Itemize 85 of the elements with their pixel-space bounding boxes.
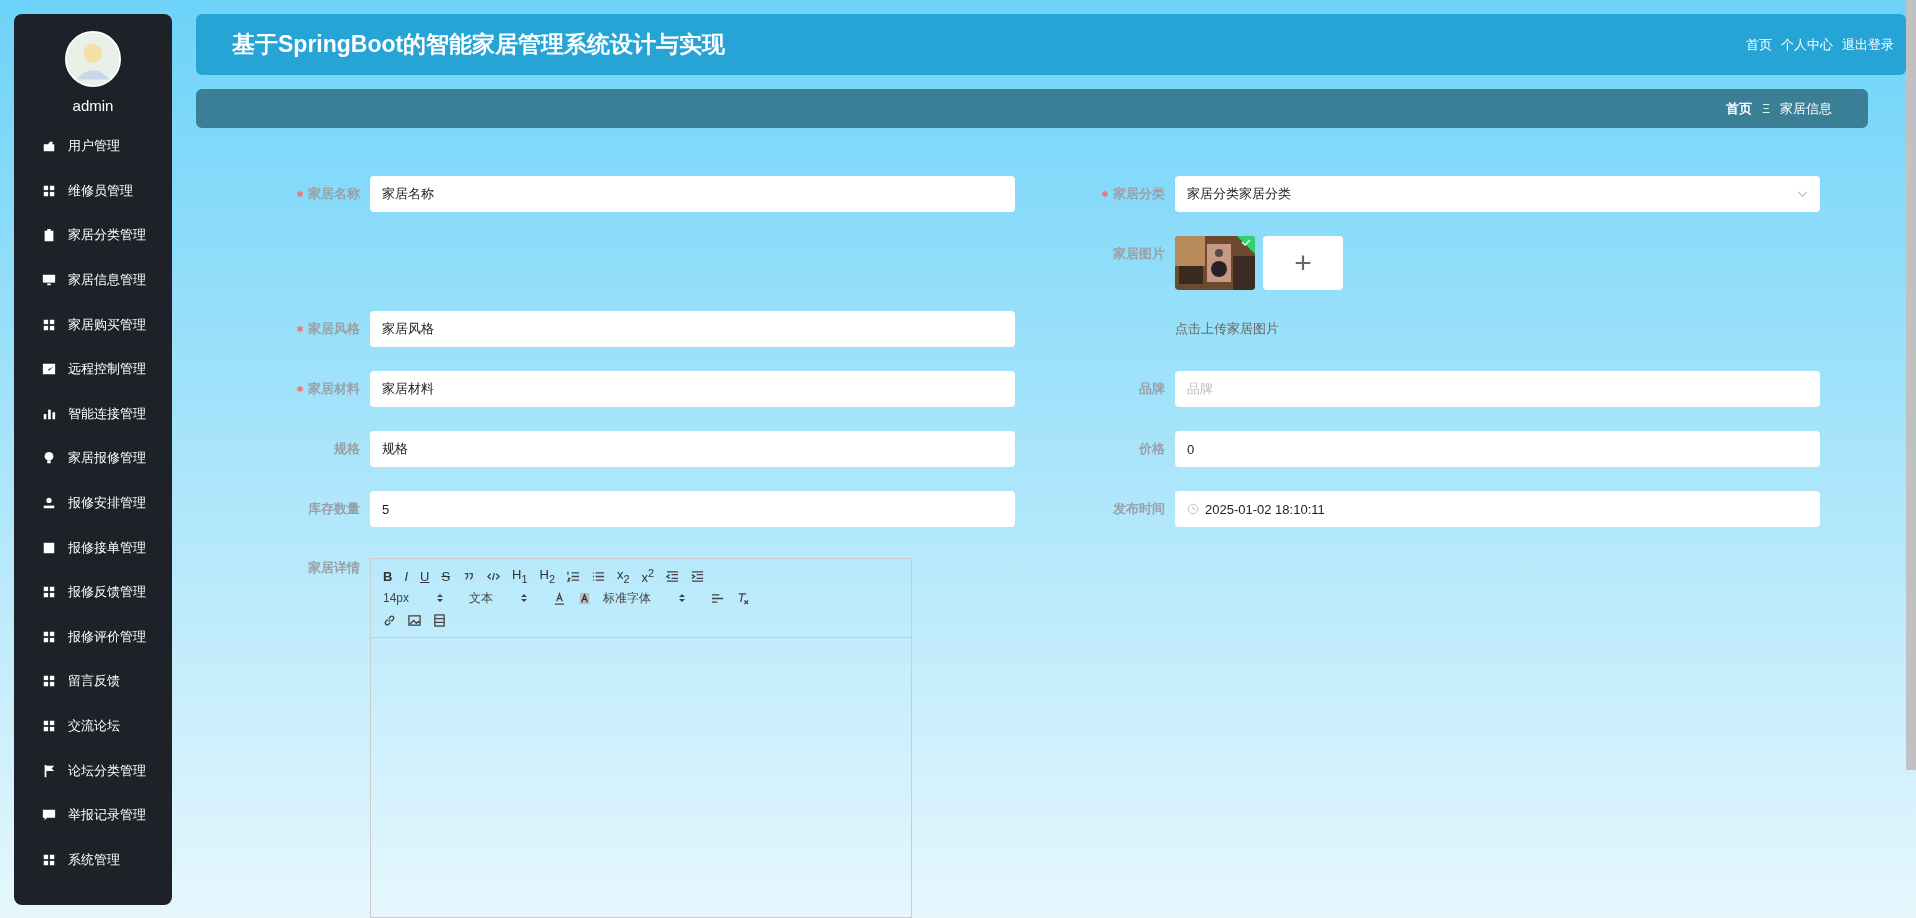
underline-button[interactable]: U bbox=[420, 568, 430, 584]
input-field[interactable]: 规格 bbox=[370, 431, 1015, 467]
field-label: 家居分类 bbox=[1113, 185, 1165, 203]
menu-item[interactable]: 留言反馈 bbox=[14, 659, 172, 704]
user-name: admin bbox=[72, 97, 114, 114]
grid-icon bbox=[42, 629, 56, 644]
clock-icon bbox=[1187, 503, 1199, 515]
strikethrough-button[interactable]: S bbox=[441, 568, 451, 584]
page-title: 基于SpringBoot的智能家居管理系统设计与实现 bbox=[232, 30, 726, 59]
field-label: 家居详情 bbox=[307, 559, 361, 577]
chevron-down-icon bbox=[1797, 190, 1808, 198]
breadcrumb-link[interactable]: 家居信息 bbox=[1780, 99, 1832, 118]
field-label: 库存数量 bbox=[308, 500, 360, 518]
grid-icon bbox=[42, 852, 56, 867]
menu-item[interactable]: 家居购买管理 bbox=[14, 302, 172, 347]
breadcrumb-link[interactable]: 首页 bbox=[1726, 99, 1753, 118]
sort-arrows-icon bbox=[521, 593, 528, 603]
field-label: 家居图片 bbox=[1113, 245, 1165, 263]
grid-icon bbox=[42, 674, 56, 689]
bold-button[interactable]: B bbox=[383, 568, 393, 584]
grid-icon bbox=[42, 585, 56, 600]
upload-hint: 点击上传家居图片 bbox=[1175, 320, 1280, 338]
bullet-list-icon[interactable] bbox=[591, 569, 605, 583]
menu-item[interactable]: 家居报修管理 bbox=[14, 436, 172, 481]
menu-item[interactable]: 举报记录管理 bbox=[14, 792, 172, 838]
field-label: 品牌 bbox=[1139, 380, 1165, 398]
menu-item[interactable]: 系统管理 bbox=[14, 837, 172, 883]
person-icon bbox=[42, 496, 56, 511]
format-select[interactable]: 14px bbox=[383, 591, 458, 605]
input-field[interactable]: 0 bbox=[1175, 431, 1820, 467]
date-field[interactable]: 2025-01-02 18:10:11 bbox=[1175, 491, 1820, 527]
grid-icon bbox=[42, 719, 56, 733]
menu-item[interactable]: 用户管理 bbox=[14, 124, 172, 169]
format-button[interactable]: x$_{2}$ bbox=[616, 567, 630, 585]
menu-item[interactable]: 报修接单管理 bbox=[14, 525, 172, 570]
italic-button[interactable]: I bbox=[404, 568, 408, 584]
sort-arrows-icon bbox=[437, 593, 444, 603]
avatar bbox=[65, 31, 121, 87]
field-label: 发布时间 bbox=[1113, 500, 1165, 518]
flag-icon bbox=[42, 763, 56, 778]
field-label: 家居名称 bbox=[308, 185, 360, 203]
menu-item[interactable]: 智能连接管理 bbox=[14, 391, 172, 437]
indent-icon[interactable] bbox=[691, 569, 704, 583]
monitor-icon bbox=[42, 273, 56, 288]
field-label: 家居风格 bbox=[308, 320, 360, 338]
menu-item[interactable]: 报修安排管理 bbox=[14, 480, 172, 526]
text-color-icon[interactable] bbox=[553, 591, 567, 605]
menu-item[interactable]: 家居分类管理 bbox=[14, 213, 172, 258]
ordered-list-icon[interactable] bbox=[566, 569, 580, 583]
field-label: 规格 bbox=[334, 440, 360, 458]
lightbulb-icon bbox=[42, 451, 56, 466]
line-chart-icon bbox=[42, 362, 56, 377]
input-field[interactable]: 5 bbox=[370, 491, 1015, 527]
field-label: 价格 bbox=[1139, 440, 1165, 458]
format-select[interactable]: 文本 bbox=[469, 589, 542, 607]
upload-button[interactable]: + bbox=[1263, 236, 1343, 290]
link-icon[interactable] bbox=[383, 613, 396, 627]
menu-item[interactable]: 论坛分类管理 bbox=[14, 748, 172, 793]
input-field[interactable]: 家居风格 bbox=[370, 311, 1015, 347]
format-select[interactable]: 标准字体 bbox=[603, 589, 700, 607]
format-button[interactable]: H$_{2}$ bbox=[539, 567, 555, 585]
sort-arrows-icon bbox=[679, 593, 686, 603]
grid-icon bbox=[42, 183, 56, 198]
outdent-icon[interactable] bbox=[666, 569, 679, 583]
menu-item[interactable]: 报修评价管理 bbox=[14, 614, 172, 660]
input-field[interactable]: 家居材料 bbox=[370, 371, 1015, 407]
rich-text-editor[interactable]: B I U S H$_{1}$ H$_{2}$ x$_{2}$ x$^{2}$ 14px 文本 标准字体 bbox=[370, 558, 912, 918]
menu-item[interactable]: 交流论坛 bbox=[14, 703, 172, 749]
clipboard-icon bbox=[42, 228, 56, 243]
field-label: 家居材料 bbox=[308, 380, 360, 398]
breadcrumb-separator: Ξ bbox=[1762, 101, 1770, 116]
format-button[interactable]: H$_{1}$ bbox=[512, 567, 528, 585]
align-icon[interactable] bbox=[711, 591, 725, 605]
image-icon[interactable] bbox=[408, 613, 421, 627]
menu-item[interactable]: 远程控制管理 bbox=[14, 346, 172, 392]
menu-item[interactable]: 家居信息管理 bbox=[14, 257, 172, 303]
input-field[interactable]: 家居名称 bbox=[370, 176, 1015, 212]
format-button[interactable]: x$^{2}$ bbox=[641, 566, 654, 586]
select-field[interactable]: 家居分类家居分类 bbox=[1175, 176, 1820, 212]
menu-item[interactable]: 维修员管理 bbox=[14, 168, 172, 214]
clear-format-icon[interactable] bbox=[736, 591, 750, 605]
scrollbar[interactable] bbox=[1906, 0, 1916, 770]
menu-item[interactable]: 报修反馈管理 bbox=[14, 569, 172, 615]
background-color-icon[interactable] bbox=[578, 591, 592, 605]
grid-icon bbox=[42, 317, 56, 332]
